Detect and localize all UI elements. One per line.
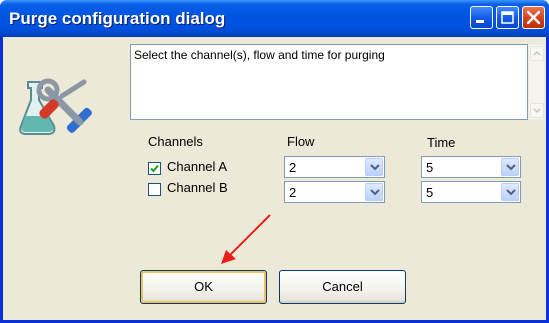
- cancel-button[interactable]: Cancel: [279, 270, 406, 304]
- description-scrollbar[interactable]: [528, 44, 545, 120]
- minimize-icon: [476, 20, 484, 23]
- maximize-button[interactable]: [496, 6, 519, 29]
- channels-header: Channels: [148, 134, 203, 149]
- dropdown-button[interactable]: [501, 158, 519, 176]
- annotation-arrow-icon: [221, 214, 271, 264]
- channel-b-flow-select[interactable]: 2: [284, 181, 385, 203]
- channel-b-time-select[interactable]: 5: [421, 181, 521, 203]
- channel-b-checkbox[interactable]: [148, 183, 161, 196]
- description-textarea[interactable]: Select the channel(s), flow and time for…: [130, 44, 528, 120]
- dropdown-button[interactable]: [365, 183, 383, 201]
- ok-button[interactable]: OK: [140, 270, 267, 304]
- chevron-down-icon: [506, 189, 516, 196]
- chevron-down-icon: [370, 164, 380, 171]
- channel-a-flow-select[interactable]: 2: [284, 156, 385, 178]
- chevron-down-icon: [533, 108, 541, 114]
- channel-b-time-value: 5: [426, 185, 434, 200]
- scroll-down-button[interactable]: [530, 103, 544, 118]
- chevron-down-icon: [370, 189, 380, 196]
- maximize-icon: [501, 11, 514, 24]
- dropdown-button[interactable]: [501, 183, 519, 201]
- minimize-button[interactable]: [470, 6, 493, 29]
- channel-a-checkbox[interactable]: [148, 162, 161, 175]
- channel-a-time-value: 5: [426, 160, 434, 175]
- channel-a-flow-value: 2: [289, 160, 297, 175]
- checkmark-icon: [150, 164, 159, 173]
- title-bar[interactable]: Purge configuration dialog: [0, 0, 549, 37]
- flask-tools-icon: [19, 78, 92, 135]
- close-icon: [526, 10, 541, 25]
- channel-a-time-select[interactable]: 5: [421, 156, 521, 178]
- channel-b-label[interactable]: Channel B: [167, 180, 228, 195]
- scroll-up-button[interactable]: [530, 46, 544, 61]
- dropdown-button[interactable]: [365, 158, 383, 176]
- window-title: Purge configuration dialog: [9, 9, 226, 28]
- close-button[interactable]: [522, 6, 545, 29]
- time-header: Time: [427, 135, 456, 150]
- channel-b-flow-value: 2: [289, 185, 297, 200]
- flow-header: Flow: [287, 134, 315, 149]
- description-text: Select the channel(s), flow and time for…: [134, 48, 385, 62]
- chevron-down-icon: [506, 164, 516, 171]
- channel-a-label[interactable]: Channel A: [167, 159, 227, 174]
- chevron-up-icon: [533, 50, 541, 56]
